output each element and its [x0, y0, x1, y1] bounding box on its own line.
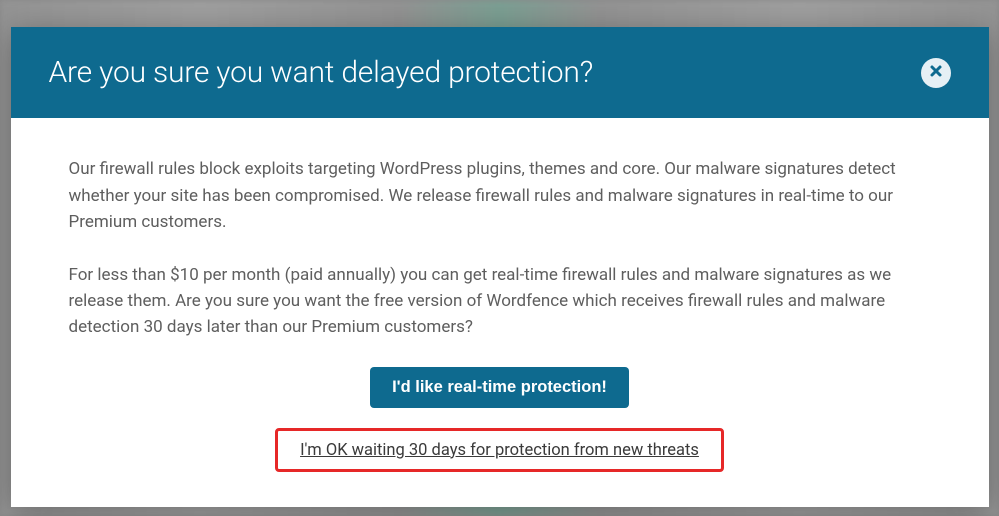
highlighted-secondary-option: I'm OK waiting 30 days for protection fr…	[275, 428, 724, 472]
confirmation-modal: Are you sure you want delayed protection…	[11, 27, 989, 506]
wait-30-days-link[interactable]: I'm OK waiting 30 days for protection fr…	[300, 441, 699, 460]
body-paragraph-1: Our firewall rules block exploits target…	[69, 156, 931, 235]
close-button[interactable]	[921, 58, 951, 88]
body-paragraph-2: For less than $10 per month (paid annual…	[69, 262, 931, 341]
close-icon	[928, 63, 944, 82]
modal-header: Are you sure you want delayed protection…	[11, 27, 989, 118]
modal-title: Are you sure you want delayed protection…	[49, 55, 594, 90]
modal-body: Our firewall rules block exploits target…	[11, 118, 989, 506]
modal-actions: I'd like real-time protection! I'm OK wa…	[69, 367, 931, 472]
realtime-protection-button[interactable]: I'd like real-time protection!	[370, 367, 629, 408]
